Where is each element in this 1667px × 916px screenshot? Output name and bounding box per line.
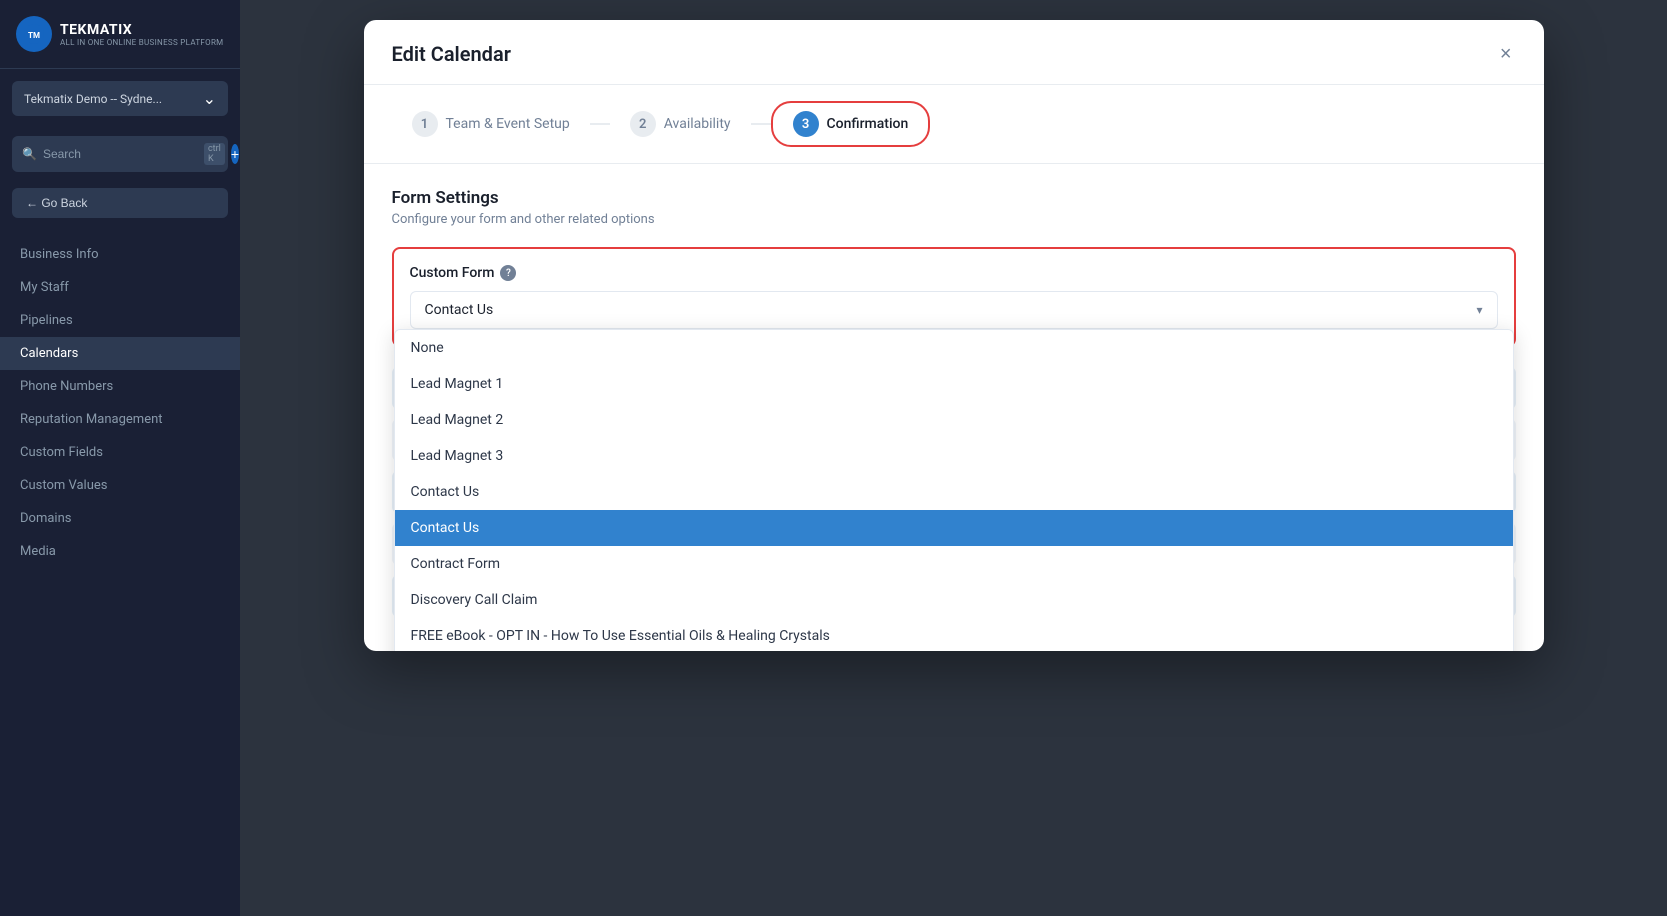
dropdown-item-free-ebook[interactable]: FREE eBook - OPT IN - How To Use Essenti… [395,618,1513,651]
sidebar-item-calendars[interactable]: Calendars [0,337,240,370]
modal-close-button[interactable]: × [1496,40,1516,68]
account-name: Tekmatix Demo -- Sydne... [24,92,162,106]
step-1-number: 1 [412,111,438,137]
dropdown-item-contact-us-selected[interactable]: Contact Us [395,510,1513,546]
account-chevron-icon: ⌄ [203,89,216,108]
sidebar-item-custom-values[interactable]: Custom Values [0,469,240,502]
step-3-label: Confirmation [827,116,909,132]
sidebar-item-custom-fields[interactable]: Custom Fields [0,436,240,469]
dropdown-item-contract-form[interactable]: Contract Form [395,546,1513,582]
form-settings-subtitle: Configure your form and other related op… [392,212,1516,227]
custom-form-label-text: Custom Form [410,265,495,281]
step-2-number: 2 [630,111,656,137]
search-input[interactable] [43,147,198,161]
custom-form-select[interactable]: Contact Us ▾ [410,291,1498,329]
step-2-label: Availability [664,116,731,132]
sidebar-item-media[interactable]: Media [0,535,240,568]
step-3-number: 3 [793,111,819,137]
sidebar: TM TEKMATIX ALL IN ONE ONLINE BUSINESS P… [0,0,240,916]
sidebar-item-phone-numbers[interactable]: Phone Numbers [0,370,240,403]
search-bar: 🔍 ctrl K + [12,136,228,172]
step-2[interactable]: 2 Availability [610,103,751,145]
step-connector-2 [751,123,771,125]
custom-form-dropdown: None Lead Magnet 1 Lead Magnet 2 Lead Ma… [394,329,1514,651]
logo-text: TEKMATIX ALL IN ONE ONLINE BUSINESS PLAT… [60,22,223,47]
sidebar-logo: TM TEKMATIX ALL IN ONE ONLINE BUSINESS P… [0,0,240,69]
chevron-down-icon: ▾ [1476,303,1482,317]
dropdown-item-none[interactable]: None [395,330,1513,366]
sidebar-item-my-staff[interactable]: My Staff [0,271,240,304]
modal-body: Form Settings Configure your form and ot… [364,164,1544,651]
modal-overlay: Edit Calendar × 1 Team & Event Setup 2 A… [240,0,1667,916]
sidebar-item-reputation-management[interactable]: Reputation Management [0,403,240,436]
sidebar-item-pipelines[interactable]: Pipelines [0,304,240,337]
custom-form-select-wrapper: Contact Us ▾ None Lead Magnet 1 Lead Mag… [410,291,1498,329]
go-back-button[interactable]: ← Go Back [12,188,228,218]
logo-icon: TM [16,16,52,52]
main-content: Edit Calendar × 1 Team & Event Setup 2 A… [240,0,1667,916]
step-1-label: Team & Event Setup [446,116,570,132]
add-button[interactable]: + [231,144,239,164]
step-1[interactable]: 1 Team & Event Setup [392,103,590,145]
edit-calendar-modal: Edit Calendar × 1 Team & Event Setup 2 A… [364,20,1544,651]
dropdown-item-lead-magnet-3[interactable]: Lead Magnet 3 [395,438,1513,474]
dropdown-item-lead-magnet-1[interactable]: Lead Magnet 1 [395,366,1513,402]
custom-form-section: Custom Form ? Contact Us ▾ None Lead Mag… [392,247,1516,347]
modal-title: Edit Calendar [392,42,511,66]
modal-header: Edit Calendar × [364,20,1544,85]
sidebar-nav: Business Info My Staff Pipelines Calenda… [0,226,240,916]
dropdown-item-discovery-call[interactable]: Discovery Call Claim [395,582,1513,618]
sidebar-item-business-info[interactable]: Business Info [0,238,240,271]
search-icon: 🔍 [22,147,37,161]
help-icon[interactable]: ? [500,265,516,281]
logo-subtitle: ALL IN ONE ONLINE BUSINESS PLATFORM [60,38,223,47]
custom-form-label: Custom Form ? [410,265,1498,281]
search-kbd: ctrl K [204,143,225,165]
svg-text:TM: TM [28,31,40,40]
account-selector[interactable]: Tekmatix Demo -- Sydne... ⌄ [12,81,228,116]
step-3[interactable]: 3 Confirmation [771,101,931,147]
dropdown-item-contact-us-1[interactable]: Contact Us [395,474,1513,510]
selected-form-value: Contact Us [425,302,494,318]
go-back-label: ← Go Back [26,196,87,210]
sidebar-item-domains[interactable]: Domains [0,502,240,535]
form-settings-title: Form Settings [392,188,1516,208]
stepper: 1 Team & Event Setup 2 Availability 3 Co… [364,85,1544,164]
dropdown-item-lead-magnet-2[interactable]: Lead Magnet 2 [395,402,1513,438]
logo-title: TEKMATIX [60,22,223,38]
step-connector-1 [590,123,610,125]
